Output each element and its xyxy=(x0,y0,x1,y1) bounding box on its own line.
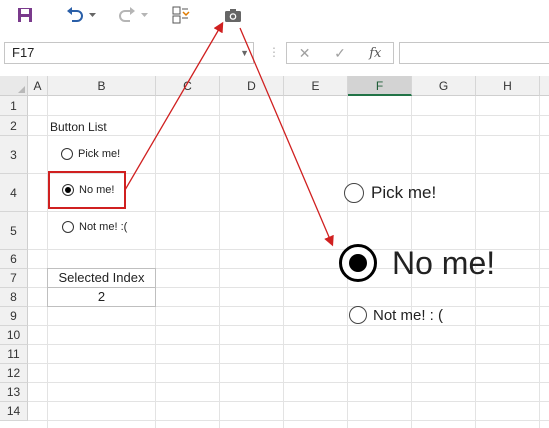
gridline xyxy=(47,96,48,428)
annotation-highlight-box xyxy=(48,171,126,209)
column-header-h[interactable]: H xyxy=(476,76,540,96)
name-box-dropdown-icon[interactable]: ▼ xyxy=(240,43,249,63)
insert-function-button[interactable]: fx xyxy=(358,46,393,61)
column-header-g[interactable]: G xyxy=(412,76,476,96)
row-header-7[interactable]: 7 xyxy=(0,269,28,288)
gridline xyxy=(28,211,549,212)
gridline xyxy=(219,96,220,428)
column-header-d[interactable]: D xyxy=(220,76,284,96)
radio-unchecked-icon xyxy=(344,183,364,203)
formula-bar: F17 ▼ ⋮ ✕ ✓ fx xyxy=(0,40,549,68)
redo-dropdown-icon[interactable] xyxy=(139,4,149,26)
option-button-not-me[interactable]: Not me! :( xyxy=(62,221,127,233)
option-label: Pick me! xyxy=(371,183,437,202)
option-label: Not me! :( xyxy=(79,221,128,233)
formula-bar-grip-icon: ⋮ xyxy=(268,45,280,59)
column-header-f[interactable]: F xyxy=(348,76,412,96)
gridline xyxy=(28,401,549,402)
row-header-10[interactable]: 10 xyxy=(0,326,28,345)
row-header-2[interactable]: 2 xyxy=(0,116,28,136)
gridline xyxy=(28,344,549,345)
gridline xyxy=(28,382,549,383)
formula-input[interactable] xyxy=(399,42,549,64)
row-header-9[interactable]: 9 xyxy=(0,307,28,326)
gridline xyxy=(28,420,549,421)
row-header-4[interactable]: 4 xyxy=(0,174,28,212)
row-header-12[interactable]: 12 xyxy=(0,364,28,383)
column-header-e[interactable]: E xyxy=(284,76,348,96)
cancel-icon[interactable]: ✕ xyxy=(287,45,322,62)
gridline xyxy=(28,115,549,116)
column-header-next[interactable] xyxy=(540,76,549,96)
undo-icon[interactable] xyxy=(64,4,86,26)
name-box-value: F17 xyxy=(12,45,35,60)
row-header-8[interactable]: 8 xyxy=(0,288,28,307)
button-list-title: Button List xyxy=(50,120,107,134)
quick-access-toolbar xyxy=(0,0,549,34)
gridline xyxy=(155,96,156,428)
gridline xyxy=(28,363,549,364)
picture-option-pick-me[interactable]: Pick me! xyxy=(344,183,436,203)
radio-unchecked-icon xyxy=(62,221,74,233)
row-header-1[interactable]: 1 xyxy=(0,96,28,116)
formula-buttons: ✕ ✓ fx xyxy=(286,42,394,64)
gridline xyxy=(539,96,540,428)
form-controls-icon[interactable] xyxy=(170,4,192,26)
option-label: Not me! : ( xyxy=(373,306,444,324)
option-label: No me! xyxy=(392,244,496,281)
row-header-11[interactable]: 11 xyxy=(0,345,28,364)
column-header-c[interactable]: C xyxy=(156,76,220,96)
save-icon[interactable] xyxy=(14,4,36,26)
selected-index-header: Selected Index xyxy=(47,268,156,288)
picture-option-no-me[interactable]: No me! xyxy=(339,244,495,282)
row-header-5[interactable]: 5 xyxy=(0,212,28,250)
radio-unchecked-icon xyxy=(349,306,367,324)
row-header-14[interactable]: 14 xyxy=(0,402,28,421)
enter-icon[interactable]: ✓ xyxy=(322,45,357,62)
select-all-button[interactable] xyxy=(0,76,28,96)
selected-index-value: 2 xyxy=(47,287,156,307)
gridline xyxy=(283,96,284,428)
picture-option-not-me[interactable]: Not me! : ( xyxy=(349,306,443,324)
name-box[interactable]: F17 ▼ xyxy=(4,42,254,64)
column-header-a[interactable]: A xyxy=(28,76,48,96)
radio-checked-icon xyxy=(339,244,377,282)
column-header-b[interactable]: B xyxy=(48,76,156,96)
option-button-pick-me[interactable]: Pick me! xyxy=(61,148,120,160)
gridline xyxy=(28,135,549,136)
radio-unchecked-icon xyxy=(61,148,73,160)
row-header-6[interactable]: 6 xyxy=(0,250,28,269)
undo-dropdown-icon[interactable] xyxy=(87,4,97,26)
row-header-13[interactable]: 13 xyxy=(0,383,28,402)
gridline xyxy=(28,325,549,326)
camera-icon[interactable] xyxy=(222,4,244,26)
row-header-3[interactable]: 3 xyxy=(0,136,28,174)
redo-icon[interactable] xyxy=(116,4,138,26)
option-label: Pick me! xyxy=(78,148,121,160)
